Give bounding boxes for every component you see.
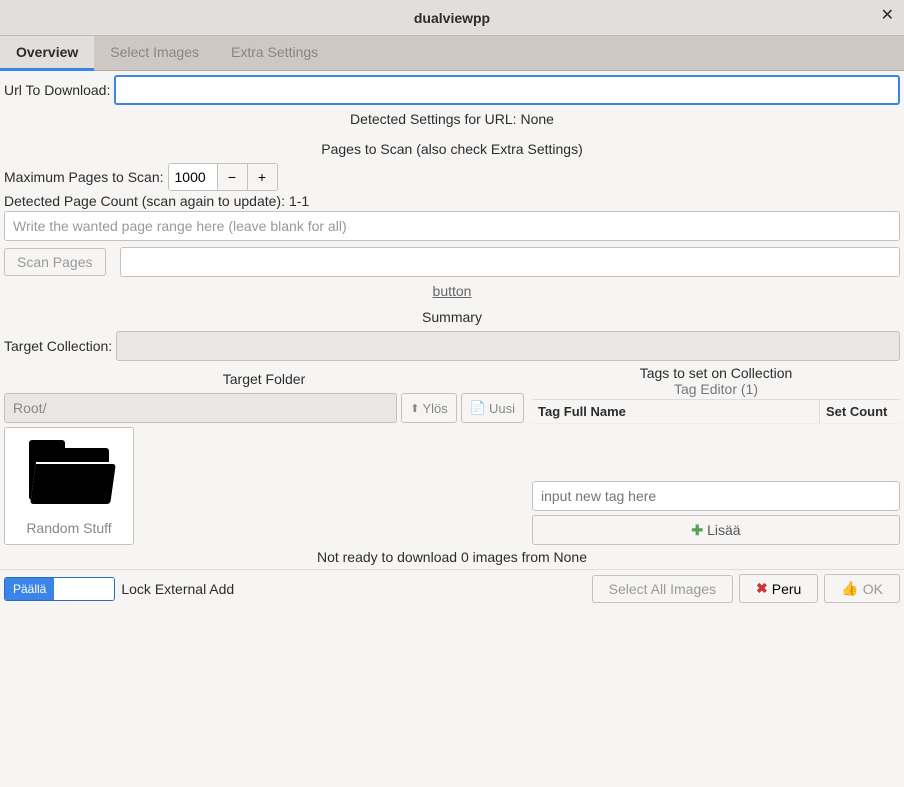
detected-settings-text: Detected Settings for URL: None xyxy=(4,111,900,127)
page-range-input[interactable] xyxy=(4,211,900,241)
detected-count-value: 1-1 xyxy=(289,193,309,209)
titlebar: dualviewpp ✕ xyxy=(0,0,904,36)
tab-overview[interactable]: Overview xyxy=(0,36,94,71)
target-folder-heading: Target Folder xyxy=(4,371,524,387)
status-text: Not ready to download 0 images from None xyxy=(4,545,900,569)
scan-pages-button[interactable]: Scan Pages xyxy=(4,248,106,276)
folder-item[interactable]: Random Stuff xyxy=(4,427,134,545)
toggle-on-label: Päällä xyxy=(5,578,54,600)
url-input[interactable] xyxy=(114,75,900,105)
new-file-icon: 📄 xyxy=(470,400,486,416)
ok-button[interactable]: 👍OK xyxy=(824,574,900,603)
peru-button[interactable]: ✖Peru xyxy=(739,574,818,603)
detected-count-label: Detected Page Count (scan again to updat… xyxy=(4,193,285,209)
folder-item-label: Random Stuff xyxy=(13,520,125,536)
lock-external-label: Lock External Add xyxy=(121,581,234,597)
max-pages-decrement[interactable]: − xyxy=(217,164,247,190)
tag-editor-label: Tag Editor (1) xyxy=(532,381,900,397)
new-tag-input[interactable] xyxy=(532,481,900,511)
max-pages-increment[interactable]: + xyxy=(247,164,277,190)
uusi-button[interactable]: 📄Uusi xyxy=(461,393,524,423)
lock-toggle[interactable]: Päällä xyxy=(4,577,115,601)
select-all-images-button[interactable]: Select All Images xyxy=(592,575,733,603)
summary-heading: Summary xyxy=(4,309,900,325)
folder-path-field[interactable]: Root/ xyxy=(4,393,397,423)
tag-columns-header: Tag Full Name Set Count xyxy=(532,399,900,424)
target-collection-field[interactable] xyxy=(116,331,900,361)
ylos-button[interactable]: ⬆Ylös xyxy=(401,393,457,423)
url-label: Url To Download: xyxy=(4,82,110,98)
col-set-count: Set Count xyxy=(820,400,900,423)
pages-heading: Pages to Scan (also check Extra Settings… xyxy=(4,141,900,157)
tags-heading: Tags to set on Collection xyxy=(532,365,900,381)
tab-select-images[interactable]: Select Images xyxy=(94,36,215,70)
max-pages-label: Maximum Pages to Scan: xyxy=(4,169,164,185)
scan-result-input[interactable] xyxy=(120,247,901,277)
window-title: dualviewpp xyxy=(414,10,490,26)
max-pages-input[interactable] xyxy=(169,164,217,190)
button-link[interactable]: button xyxy=(433,283,472,299)
target-collection-label: Target Collection: xyxy=(4,338,112,354)
folder-icon xyxy=(29,440,109,500)
tab-extra-settings[interactable]: Extra Settings xyxy=(215,36,334,70)
arrow-up-icon: ⬆ xyxy=(410,402,419,415)
tag-list-body xyxy=(532,424,900,481)
col-tag-name: Tag Full Name xyxy=(532,400,820,423)
plus-icon: ✚ xyxy=(691,522,703,539)
x-icon: ✖ xyxy=(756,580,768,597)
toggle-off-side xyxy=(54,578,114,600)
thumbs-up-icon: 👍 xyxy=(841,580,858,597)
tab-bar: Overview Select Images Extra Settings xyxy=(0,36,904,71)
add-tag-button[interactable]: ✚ Lisää xyxy=(532,515,900,545)
close-icon[interactable]: ✕ xyxy=(881,8,894,24)
